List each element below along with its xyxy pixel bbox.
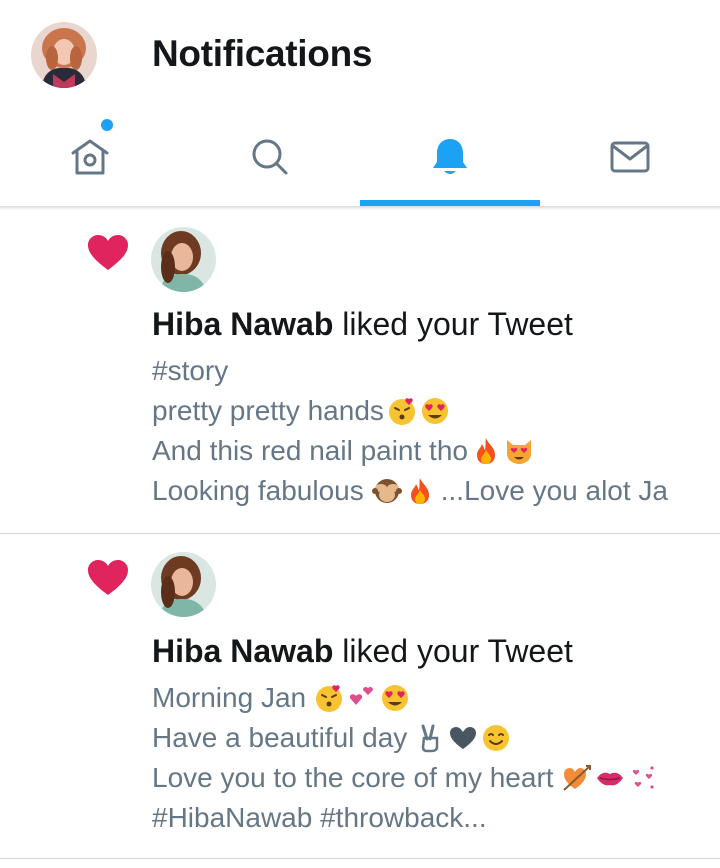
- kissing-face-icon: [387, 396, 417, 426]
- two-hearts-icon: [347, 683, 377, 713]
- action-text: liked your Tweet: [333, 633, 573, 669]
- heart-eyes-face-icon: [380, 683, 410, 713]
- mail-icon: [608, 135, 652, 179]
- unread-dot: [101, 119, 113, 131]
- tweet-line: Have a beautiful day: [152, 718, 712, 758]
- kiss-lips-icon: [595, 763, 625, 793]
- tab-home[interactable]: [0, 108, 180, 206]
- page-title: Notifications: [152, 33, 373, 74]
- tab-messages[interactable]: [540, 108, 720, 206]
- tweet-line: #HibaNawab #throwback...: [152, 798, 712, 838]
- tweet-text: Have a beautiful day: [152, 722, 408, 753]
- tweet-text: And this red nail paint tho: [152, 435, 468, 466]
- tweet-line: And this red nail paint tho: [152, 431, 712, 471]
- fire-icon: [471, 436, 501, 466]
- heart-eyes-cat-icon: [504, 436, 534, 466]
- notification-headline: Hiba Nawab liked your Tweet: [152, 304, 573, 344]
- tweet-line: Love you to the core of my heart: [152, 758, 712, 798]
- profile-avatar[interactable]: [31, 22, 97, 88]
- tweet-text: Love you to the core of my heart: [152, 762, 554, 793]
- tweet-text: #HibaNawab #throwback...: [152, 802, 487, 833]
- notification-headline: Hiba Nawab liked your Tweet: [152, 631, 573, 671]
- heart-eyes-face-icon: [420, 396, 450, 426]
- avatar[interactable]: [151, 227, 216, 292]
- notification-item[interactable]: Hiba Nawab liked your Tweet #story prett…: [0, 210, 720, 534]
- tweet-text: #story: [152, 355, 229, 386]
- notifications-screen: Notifications Hiba Nawab liked your Twee…: [0, 0, 720, 868]
- tweet-text-suffix: ...Love you alot Ja: [440, 475, 668, 506]
- user-name[interactable]: Hiba Nawab: [152, 633, 333, 669]
- tab-search[interactable]: [180, 108, 360, 206]
- fire-icon: [405, 476, 435, 506]
- tweet-line: Morning Jan: [152, 678, 712, 718]
- home-icon: [68, 135, 112, 179]
- bell-icon: [428, 135, 472, 179]
- heart-icon: [87, 234, 129, 272]
- sparkle-hearts-icon: [628, 763, 658, 793]
- see-no-evil-monkey-icon: [371, 476, 402, 506]
- user-name[interactable]: Hiba Nawab: [152, 306, 333, 342]
- black-heart-icon: [448, 723, 478, 753]
- notification-item[interactable]: Hiba Nawab liked your Tweet Morning Jan …: [0, 534, 720, 859]
- tweet-line: pretty pretty hands: [152, 391, 712, 431]
- tweet-text: Looking fabulous: [152, 475, 364, 506]
- avatar[interactable]: [151, 552, 216, 617]
- top-app-bar: Notifications: [0, 0, 720, 108]
- tweet-text: Morning Jan: [152, 682, 307, 713]
- kissing-face-icon: [314, 683, 344, 713]
- heart-with-arrow-icon: [562, 763, 592, 793]
- tweet-line: Looking fabulous ...Love you alot Ja: [152, 471, 712, 511]
- search-icon: [248, 135, 292, 179]
- smiling-face-icon: [481, 723, 511, 753]
- tweet-preview[interactable]: Morning Jan Have a beautiful day Love yo…: [152, 678, 712, 838]
- tweet-preview[interactable]: #story pretty pretty hands And this red …: [152, 351, 712, 511]
- tweet-text: pretty pretty hands: [152, 395, 384, 426]
- tweet-line: #story: [152, 351, 712, 391]
- heart-icon: [87, 559, 129, 597]
- tab-notifications[interactable]: [360, 108, 540, 206]
- action-text: liked your Tweet: [333, 306, 573, 342]
- victory-hand-icon: [415, 723, 445, 753]
